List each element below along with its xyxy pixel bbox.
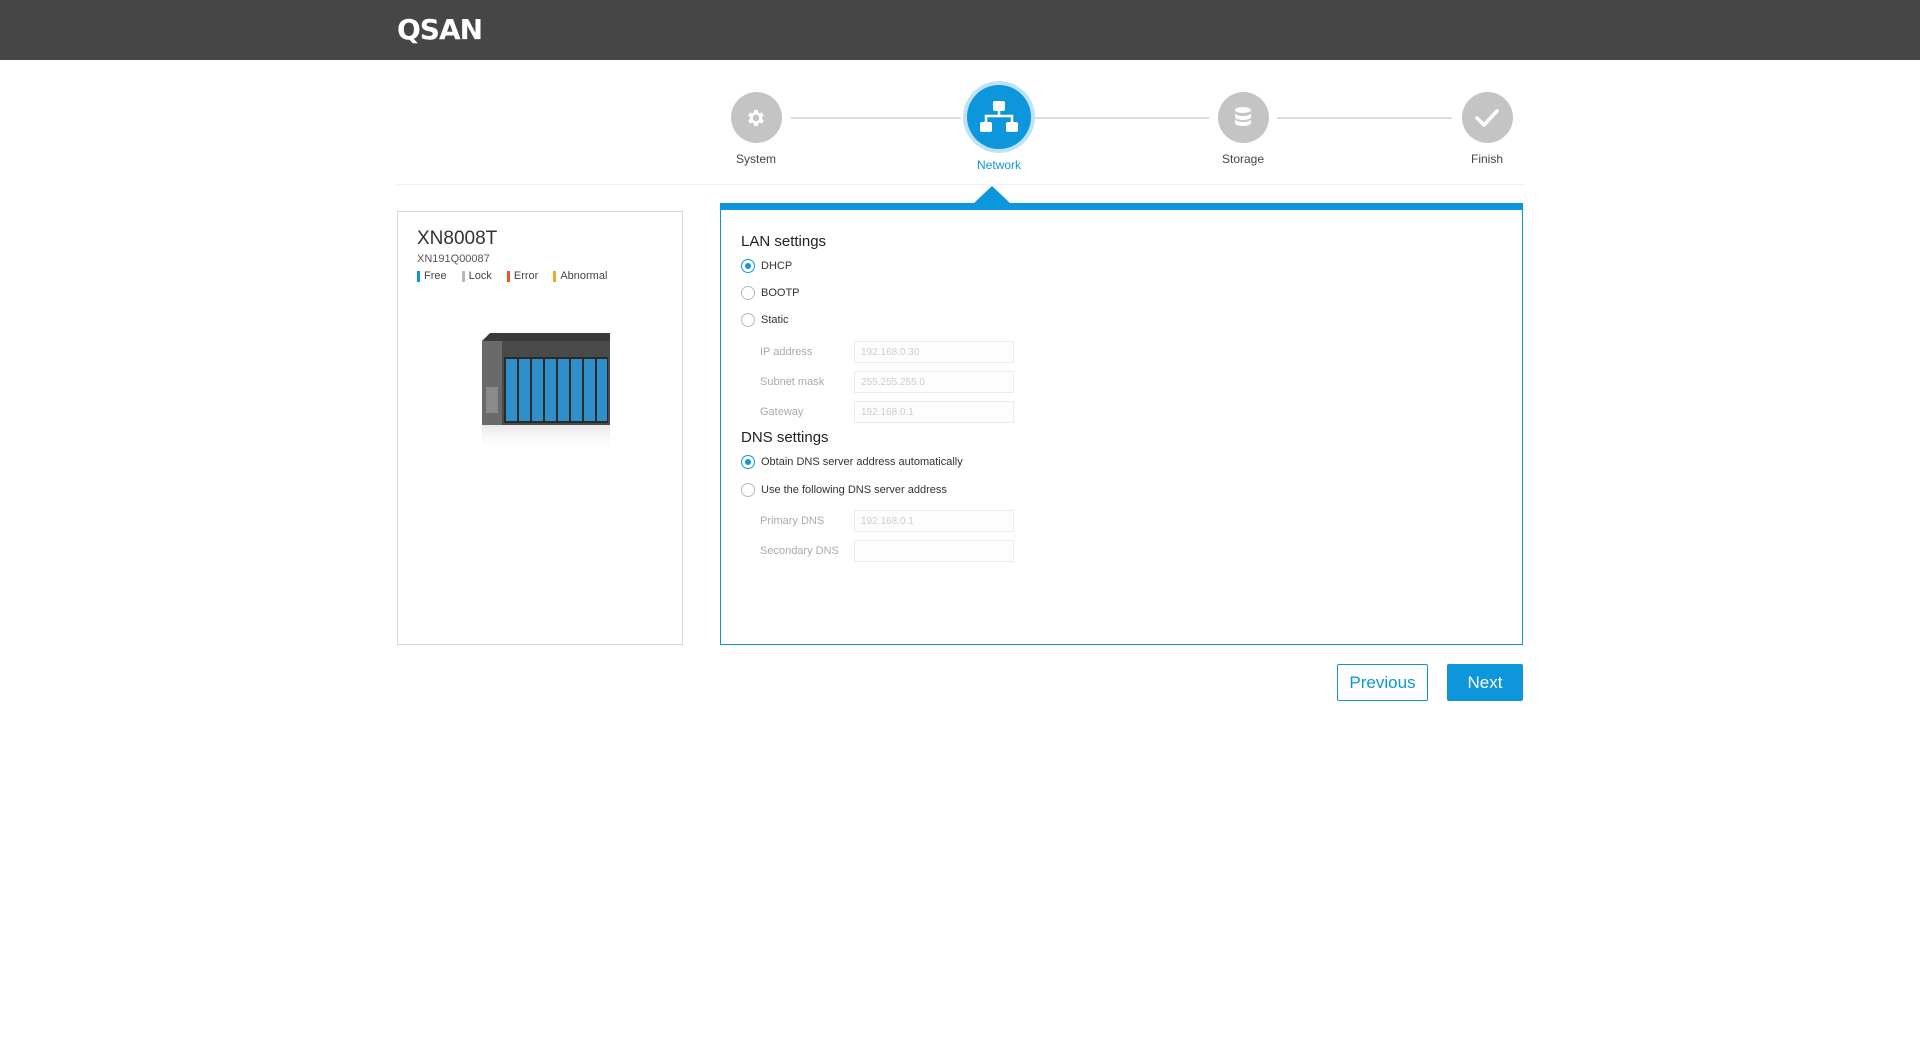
legend-label: Lock [468,270,492,282]
active-step-pointer [974,186,1010,203]
radio-button[interactable] [741,313,755,327]
next-button[interactable]: Next [1447,664,1523,701]
legend-color [461,270,465,282]
check-icon [1461,92,1513,143]
legend-label: Abnormal [560,270,608,282]
step-system: System [696,92,816,166]
ip-address-row: IP address [760,341,1014,363]
step-label: Storage [1221,152,1265,166]
device-panel: XN8008T XN191Q00087 Free Lock Error Abno… [397,211,683,645]
subnet-mask-input[interactable] [854,371,1014,393]
legend-color [553,270,557,282]
previous-button[interactable]: Previous [1337,664,1428,701]
legend-abnormal: Abnormal [553,270,607,282]
radio-dns-auto[interactable]: Obtain DNS server address automatically [741,455,963,469]
legend-label: Free [424,270,447,282]
divider [397,184,1523,185]
legend-lock: Lock [461,270,492,282]
radio-dns-manual[interactable]: Use the following DNS server address [741,483,947,497]
network-settings-panel: LAN settings DHCP BOOTP Static IP addres… [720,210,1523,645]
step-network: Network [939,85,1059,172]
legend-label: Error [513,270,539,282]
radio-static[interactable]: Static [741,313,789,327]
secondary-dns-row: Secondary DNS [760,540,1014,562]
radio-button[interactable] [741,483,755,497]
radio-label: DHCP [761,260,793,272]
radio-button[interactable] [741,455,755,469]
step-connector [791,117,961,119]
device-model: XN8008T [417,228,498,249]
disk-status-legend: Free Lock Error Abnormal [417,270,663,282]
gear-icon [730,92,782,143]
radio-label: Use the following DNS server address [761,484,947,496]
step-label: Network [976,158,1021,172]
panel-accent-bar [720,203,1523,210]
step-label: Finish [1470,152,1503,166]
primary-dns-input[interactable] [854,510,1014,532]
radio-dhcp[interactable]: DHCP [741,259,792,273]
radio-button[interactable] [741,286,755,300]
legend-color [417,270,420,282]
network-icon [967,85,1031,149]
field-label: Gateway [760,406,804,418]
lan-settings-title: LAN settings [741,233,827,250]
field-label: Subnet mask [760,376,825,388]
field-label: Primary DNS [760,515,825,527]
radio-label: BOOTP [761,287,800,299]
radio-label: Static [761,314,789,326]
ip-address-input[interactable] [854,341,1014,363]
gateway-row: Gateway [760,401,1014,423]
legend-error: Error [506,270,539,282]
legend-color [506,270,510,282]
legend-free: Free [417,270,447,282]
secondary-dns-input[interactable] [854,540,1014,562]
radio-label: Obtain DNS server address automatically [761,456,963,468]
database-icon [1217,92,1269,143]
radio-button[interactable] [741,259,755,273]
step-storage: Storage [1183,92,1303,166]
step-label: System [735,152,776,166]
field-label: IP address [760,346,813,358]
wizard-stepper: System Network Storage Finish [0,0,1920,180]
field-label: Secondary DNS [760,545,839,557]
device-serial: XN191Q00087 [417,253,490,265]
radio-bootp[interactable]: BOOTP [741,286,800,300]
step-finish: Finish [1427,92,1547,166]
primary-dns-row: Primary DNS [760,510,1014,532]
step-connector [1277,117,1452,119]
nas-device-image [482,333,610,453]
gateway-input[interactable] [854,401,1014,423]
subnet-mask-row: Subnet mask [760,371,1014,393]
dns-settings-title: DNS settings [741,429,829,446]
